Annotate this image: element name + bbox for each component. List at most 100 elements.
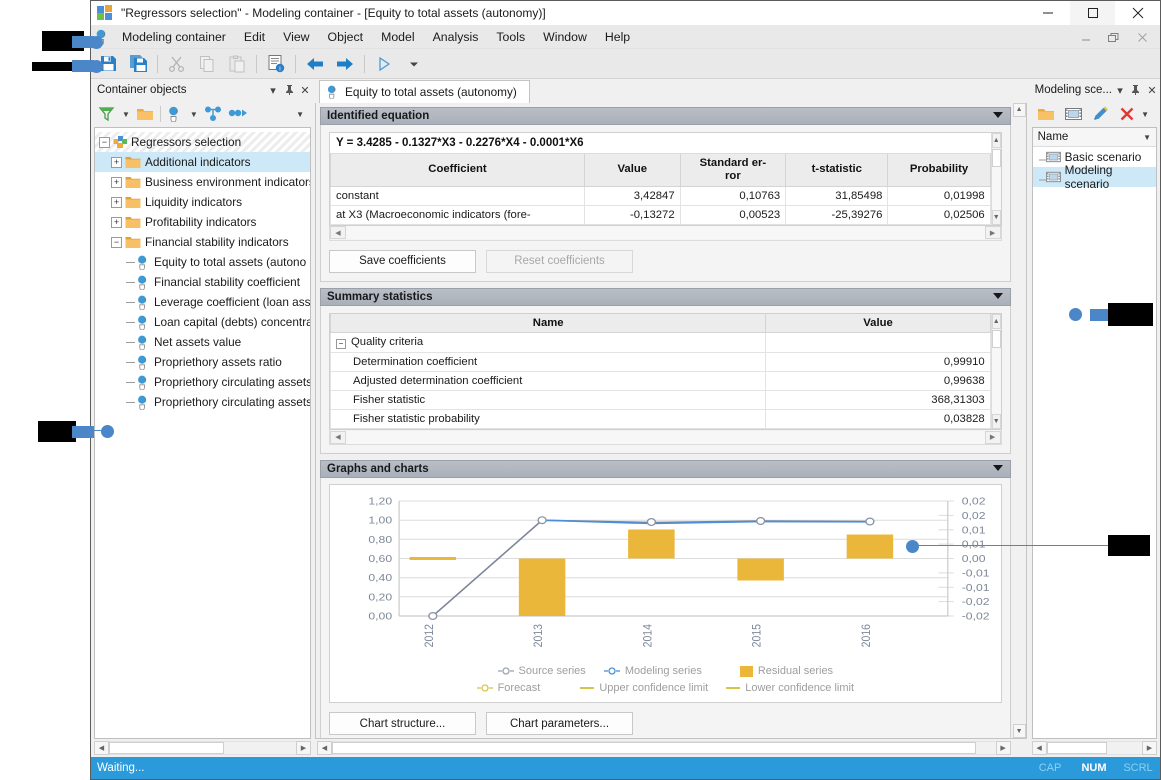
collapse-chevron-icon[interactable] — [993, 112, 1003, 118]
identified-equation-header[interactable]: Identified equation — [320, 107, 1011, 125]
properties-icon[interactable]: i — [261, 50, 291, 78]
document-hscrollbar[interactable]: ◀ ▶ — [317, 741, 1011, 755]
tree-item-financial-stability-indicators[interactable]: − Financial stability indicators — [95, 232, 310, 252]
cut-icon[interactable] — [162, 50, 192, 78]
table-row[interactable]: Adjusted determination coefficient 0,996… — [331, 372, 991, 391]
column-header-name[interactable]: Name — [331, 314, 766, 333]
vscroll-thumb[interactable] — [992, 330, 1001, 348]
window-maximize-button[interactable] — [1070, 1, 1115, 25]
chevron-down-icon[interactable]: ▾ — [1112, 81, 1128, 99]
chart-parameters-button[interactable]: Chart parameters... — [486, 712, 633, 735]
scenario-item-modeling[interactable]: Modeling scenario — [1033, 167, 1156, 187]
menu-item-edit[interactable]: Edit — [235, 27, 274, 47]
vscroll-track[interactable] — [1013, 117, 1026, 724]
legend-item-lower-confidence-limit[interactable]: Lower confidence limit — [726, 682, 854, 694]
mdi-close-button[interactable] — [1128, 26, 1156, 48]
save-coefficients-button[interactable]: Save coefficients — [329, 250, 476, 273]
vscroll-thumb[interactable] — [992, 149, 1001, 167]
scroll-left-icon[interactable]: ◀ — [330, 431, 346, 444]
scenarios-list-box[interactable]: Name ▼ Basic scenario — [1032, 127, 1157, 739]
mdi-minimize-button[interactable] — [1072, 26, 1100, 48]
tree-item-propriethory-assets-ratio[interactable]: Propriethory assets ratio — [95, 352, 310, 372]
table-row[interactable]: Fisher statistic probability 0,03828 — [331, 410, 991, 429]
run-dropdown-icon[interactable] — [399, 50, 429, 78]
object-dropdown-icon[interactable]: ▼ — [186, 103, 201, 125]
column-header-coefficient[interactable]: Coefficient — [331, 154, 585, 186]
tree-expander[interactable]: + — [111, 217, 122, 228]
legend-item-forecast[interactable]: Forecast — [477, 682, 541, 694]
hscroll-track[interactable] — [332, 741, 996, 755]
table-row-group[interactable]: −Quality criteria — [331, 333, 991, 353]
scroll-left-icon[interactable]: ◀ — [1032, 741, 1047, 755]
tree-item-profitability-indicators[interactable]: + Profitability indicators — [95, 212, 310, 232]
vscroll-track[interactable] — [992, 348, 1001, 415]
scroll-up-icon[interactable]: ▲ — [1013, 103, 1026, 117]
chart-structure-button[interactable]: Chart structure... — [329, 712, 476, 735]
tree-expander[interactable]: + — [111, 197, 122, 208]
table-row[interactable]: Fisher statistic 368,31303 — [331, 391, 991, 410]
close-icon[interactable]: ✕ — [1144, 81, 1160, 99]
document-vscrollbar[interactable]: ▲ ▼ — [1013, 103, 1026, 738]
container-objects-tree[interactable]: − Regressors selection — [94, 127, 311, 739]
save-all-icon[interactable] — [123, 50, 153, 78]
tree-expander[interactable]: − — [111, 237, 122, 248]
summary-statistics-header[interactable]: Summary statistics — [320, 288, 1011, 306]
legend-item-modeling-series[interactable]: Modeling series — [604, 665, 702, 677]
tree-item-additional-indicators[interactable]: + Additional indicators — [95, 152, 310, 172]
tree-item-business-environment-indicators[interactable]: + Business environment indicators — [95, 172, 310, 192]
folder-icon[interactable] — [133, 103, 157, 125]
tree-item-regressors-selection[interactable]: − Regressors selection — [95, 132, 310, 152]
menu-item-modeling-container[interactable]: Modeling container — [113, 27, 235, 47]
scroll-down-icon[interactable]: ▼ — [992, 414, 1001, 429]
scroll-down-icon[interactable]: ▼ — [1013, 724, 1026, 738]
reset-coefficients-button[interactable]: Reset coefficients — [486, 250, 633, 273]
hscroll-track[interactable] — [109, 741, 296, 755]
copy-icon[interactable] — [192, 50, 222, 78]
scenarios-column-header[interactable]: Name ▼ — [1033, 128, 1156, 147]
folder-icon[interactable] — [1034, 103, 1058, 125]
scenarios-hscrollbar[interactable]: ◀ ▶ — [1032, 741, 1157, 755]
scroll-right-icon[interactable]: ▶ — [985, 431, 1001, 444]
menu-item-window[interactable]: Window — [534, 27, 596, 47]
scroll-right-icon[interactable]: ▶ — [985, 226, 1001, 239]
tree-item-propriethory-circulating-assets-2[interactable]: Propriethory circulating assets — [95, 392, 310, 412]
filter-icon[interactable] — [95, 103, 118, 125]
row-expander[interactable]: − — [336, 339, 346, 349]
container-objects-hscrollbar[interactable]: ◀ ▶ — [94, 741, 311, 755]
scenario-icon[interactable] — [1062, 103, 1085, 125]
scroll-left-icon[interactable]: ◀ — [94, 741, 109, 755]
menu-item-model[interactable]: Model — [372, 27, 424, 47]
window-close-button[interactable] — [1115, 1, 1160, 25]
scroll-right-icon[interactable]: ▶ — [1142, 741, 1157, 755]
scroll-right-icon[interactable]: ▶ — [296, 741, 311, 755]
legend-item-upper-confidence-limit[interactable]: Upper confidence limit — [580, 682, 708, 694]
column-header-probability[interactable]: Probability — [888, 154, 990, 186]
scroll-up-icon[interactable]: ▲ — [992, 314, 1001, 329]
edit-pencil-icon[interactable] — [1089, 103, 1112, 125]
table-row[interactable]: at X3 (Macroeconomic indicators (fore- -… — [331, 205, 991, 224]
tree-expander[interactable]: + — [111, 177, 122, 188]
scroll-right-icon[interactable]: ▶ — [996, 741, 1011, 755]
equation-vscrollbar[interactable]: ▲ ▼ — [991, 133, 1001, 225]
chart-container[interactable]: 1,20 1,00 0,80 0,60 0,40 0,20 0,00 — [329, 484, 1002, 703]
vscroll-track[interactable] — [992, 167, 1001, 210]
overflow-dropdown-icon[interactable]: ▼ — [292, 103, 307, 125]
filter-dropdown-icon[interactable]: ▼ — [118, 103, 133, 125]
chevron-down-icon[interactable]: ▼ — [1143, 133, 1151, 142]
forward-arrow-icon[interactable] — [330, 50, 360, 78]
run-icon[interactable] — [369, 50, 399, 78]
hscroll-track[interactable] — [1047, 741, 1142, 755]
table-row[interactable]: constant 3,42847 0,10763 31,85498 0,0199… — [331, 186, 991, 205]
link-objects-icon[interactable] — [201, 103, 225, 125]
summary-vscrollbar[interactable]: ▲ ▼ — [991, 314, 1001, 430]
window-minimize-button[interactable] — [1025, 1, 1070, 25]
menu-item-view[interactable]: View — [274, 27, 318, 47]
tree-item-equity-to-total-assets[interactable]: Equity to total assets (autono — [95, 252, 310, 272]
tab-equity-to-total-assets[interactable]: Equity to total assets (autonomy) — [319, 80, 530, 103]
paste-icon[interactable] — [222, 50, 252, 78]
scroll-down-icon[interactable]: ▼ — [992, 210, 1001, 225]
collapse-chevron-icon[interactable] — [993, 465, 1003, 471]
delete-icon[interactable] — [1116, 103, 1138, 125]
menu-item-help[interactable]: Help — [596, 27, 639, 47]
chevron-down-icon[interactable]: ▾ — [265, 81, 281, 99]
